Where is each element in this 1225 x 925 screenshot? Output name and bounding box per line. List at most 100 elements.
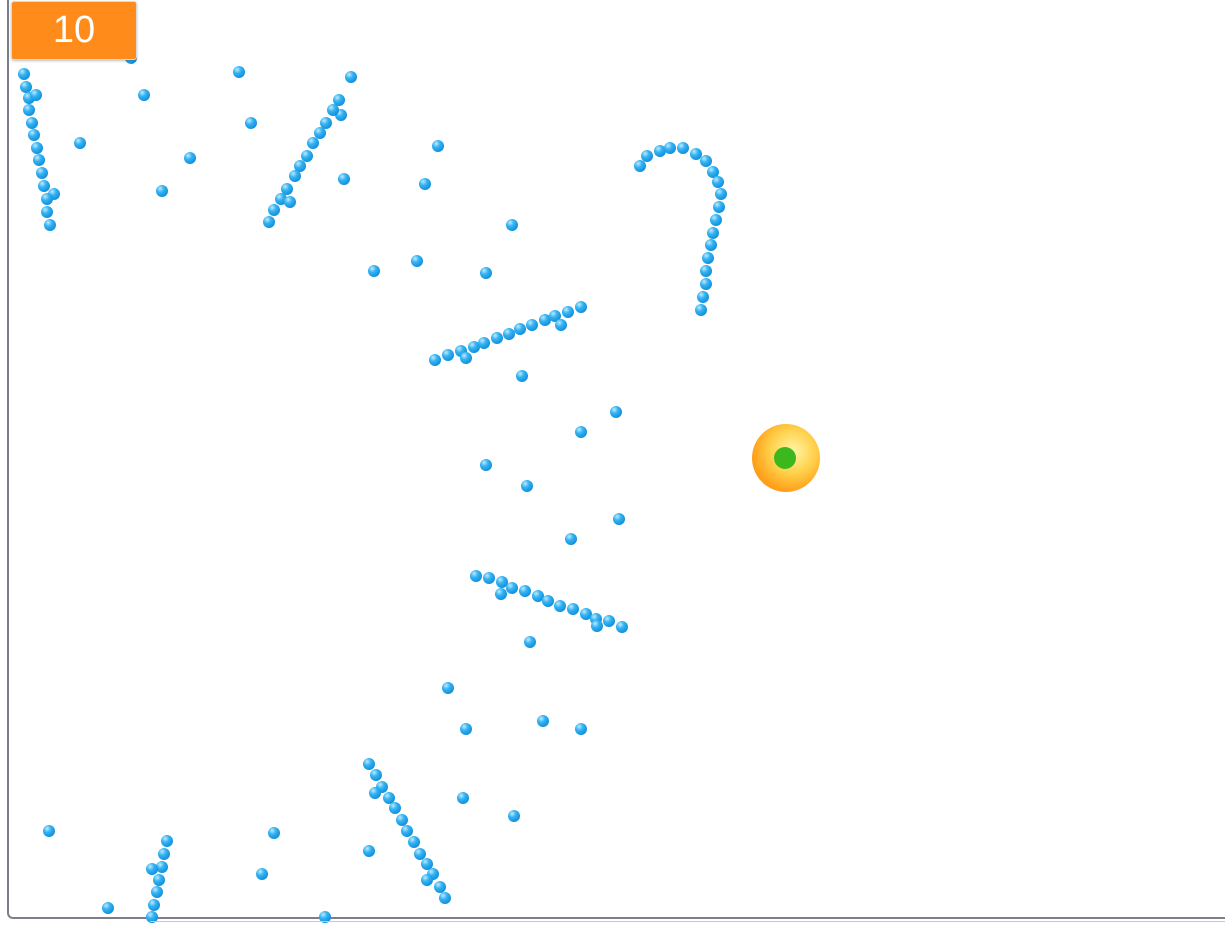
- pellet-icon: [565, 533, 577, 545]
- game-board[interactable]: [7, 0, 1225, 923]
- pellet-icon: [233, 66, 245, 78]
- pellet-icon: [434, 881, 446, 893]
- game-canvas[interactable]: [9, 0, 1225, 925]
- pellet-icon: [480, 267, 492, 279]
- pellet-icon: [516, 370, 528, 382]
- pellet-icon: [414, 848, 426, 860]
- pellet-icon: [442, 349, 454, 361]
- pellet-icon: [503, 328, 515, 340]
- pellet-icon: [591, 620, 603, 632]
- pellet-icon: [707, 227, 719, 239]
- pellet-icon: [537, 715, 549, 727]
- pellet-icon: [327, 104, 339, 116]
- pellet-icon: [495, 588, 507, 600]
- pellet-icon: [555, 319, 567, 331]
- pellet-icon: [524, 636, 536, 648]
- pellet-icon: [74, 137, 86, 149]
- pellet-icon: [575, 426, 587, 438]
- pellet-icon: [320, 117, 332, 129]
- pellet-icon: [30, 89, 42, 101]
- pellet-icon: [36, 167, 48, 179]
- pellet-icon: [307, 137, 319, 149]
- pellet-icon: [158, 848, 170, 860]
- pellet-icon: [634, 160, 646, 172]
- pellet-icon: [363, 845, 375, 857]
- pellet-icon: [20, 81, 32, 93]
- pellet-icon: [333, 94, 345, 106]
- pellet-icon: [610, 406, 622, 418]
- pellet-icon: [148, 899, 160, 911]
- pellet-icon: [370, 769, 382, 781]
- pellet-icon: [263, 216, 275, 228]
- pellet-icon: [710, 214, 722, 226]
- pellet-icon: [28, 129, 40, 141]
- pellet-icon: [345, 71, 357, 83]
- pellet-icon: [480, 459, 492, 471]
- pellet-icon: [23, 104, 35, 116]
- pellet-icon: [554, 600, 566, 612]
- score-value: 10: [52, 9, 96, 51]
- pellet-icon: [396, 814, 408, 826]
- pellet-icon: [575, 301, 587, 313]
- pellet-icon: [102, 902, 114, 914]
- pellet-icon: [470, 570, 482, 582]
- pellet-icon: [245, 117, 257, 129]
- pellet-icon: [363, 758, 375, 770]
- pellet-icon: [268, 827, 280, 839]
- pellet-icon: [383, 792, 395, 804]
- pellet-icon: [526, 319, 538, 331]
- bottom-divider: [150, 921, 1225, 922]
- player-core-icon: [774, 447, 796, 469]
- pellet-icon: [702, 252, 714, 264]
- pellet-icon: [562, 306, 574, 318]
- pellet-icon: [338, 173, 350, 185]
- pellet-icon: [44, 219, 56, 231]
- pellet-icon: [613, 513, 625, 525]
- pellet-icon: [33, 154, 45, 166]
- pellet-icon: [411, 255, 423, 267]
- pellet-icon: [138, 89, 150, 101]
- pellet-icon: [496, 576, 508, 588]
- pellet-icon: [616, 621, 628, 633]
- pellet-icon: [38, 180, 50, 192]
- pellet-icon: [641, 150, 653, 162]
- pellet-icon: [268, 204, 280, 216]
- pellet-icon: [519, 585, 531, 597]
- pellet-icon: [697, 291, 709, 303]
- pellet-icon: [26, 117, 38, 129]
- pellet-icon: [603, 615, 615, 627]
- pellet-icon: [314, 127, 326, 139]
- pellet-icon: [284, 196, 296, 208]
- pellet-icon: [31, 142, 43, 154]
- pellet-icon: [478, 337, 490, 349]
- pellet-icon: [146, 863, 158, 875]
- pellet-icon: [575, 723, 587, 735]
- pellet-icon: [432, 140, 444, 152]
- pellet-icon: [491, 332, 503, 344]
- pellet-icon: [151, 886, 163, 898]
- pellet-icon: [713, 201, 725, 213]
- pellet-icon: [542, 595, 554, 607]
- pellet-icon: [700, 278, 712, 290]
- pellet-icon: [368, 265, 380, 277]
- pellet-field: [18, 52, 727, 923]
- pellet-icon: [460, 723, 472, 735]
- pellet-icon: [389, 802, 401, 814]
- pellet-icon: [521, 480, 533, 492]
- player-orb[interactable]: [752, 424, 820, 492]
- pellet-icon: [43, 825, 55, 837]
- score-counter: 10: [11, 1, 137, 60]
- pellet-icon: [289, 170, 301, 182]
- pellet-icon: [41, 193, 53, 205]
- pellet-icon: [506, 582, 518, 594]
- pellet-icon: [695, 304, 707, 316]
- pellet-icon: [508, 810, 520, 822]
- pellet-icon: [369, 787, 381, 799]
- pellet-icon: [429, 354, 441, 366]
- pellet-icon: [401, 825, 413, 837]
- pellet-icon: [715, 188, 727, 200]
- pellet-icon: [161, 835, 173, 847]
- pellet-icon: [700, 265, 712, 277]
- pellet-icon: [705, 239, 717, 251]
- pellet-icon: [419, 178, 431, 190]
